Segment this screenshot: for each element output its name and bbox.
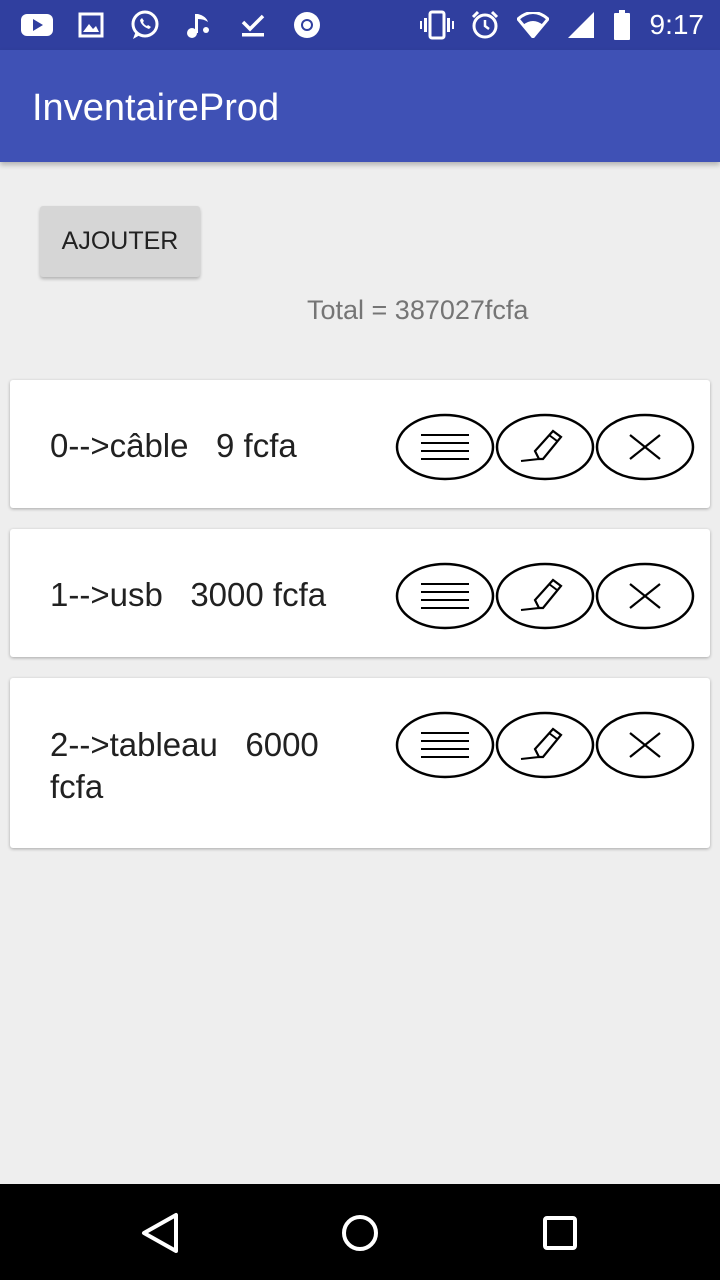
list-item: 1-->usb 3000 fcfa <box>10 529 710 657</box>
total-text: Total = 387027fcfa <box>307 295 529 325</box>
edit-pencil-icon <box>495 711 595 779</box>
list-item: 2-->tableau 6000 fcfa <box>10 678 710 848</box>
navigation-bar <box>0 1184 720 1280</box>
edit-button[interactable] <box>495 413 595 481</box>
delete-button[interactable] <box>595 562 695 630</box>
delete-x-icon <box>595 413 695 481</box>
delete-button[interactable] <box>595 711 695 779</box>
delete-x-icon <box>595 711 695 779</box>
item-text: 0-->câble 9 fcfa <box>50 427 297 464</box>
youtube-icon <box>20 9 54 41</box>
wifi-icon <box>516 9 550 41</box>
menu-icon <box>395 562 495 630</box>
edit-button[interactable] <box>495 562 595 630</box>
item-actions <box>395 562 695 630</box>
menu-button[interactable] <box>395 413 495 481</box>
edit-button[interactable] <box>495 711 595 779</box>
battery-icon <box>612 9 632 41</box>
item-actions <box>395 413 695 481</box>
menu-button[interactable] <box>395 711 495 779</box>
item-actions <box>395 711 695 779</box>
back-button[interactable] <box>135 1208 185 1258</box>
back-icon <box>142 1213 178 1253</box>
edit-pencil-icon <box>495 562 595 630</box>
app-bar: InventaireProd <box>0 50 720 162</box>
delete-x-icon <box>595 562 695 630</box>
home-button[interactable] <box>335 1208 385 1258</box>
whatsapp-icon <box>128 9 162 41</box>
status-time: 9:17 <box>649 9 705 40</box>
image-icon <box>74 9 108 41</box>
item-text: 1-->usb 3000 fcfa <box>50 576 327 613</box>
app-title: InventaireProd <box>32 87 280 129</box>
edit-pencil-icon <box>495 413 595 481</box>
vibrate-icon <box>419 9 454 41</box>
delete-button[interactable] <box>595 413 695 481</box>
home-icon <box>342 1215 378 1251</box>
list-item: 0-->câble 9 fcfa <box>10 380 710 508</box>
add-button[interactable]: AJOUTER <box>40 206 200 277</box>
menu-button[interactable] <box>395 562 495 630</box>
item-text: 2-->tableau 6000 fcfa <box>50 726 328 805</box>
alarm-icon <box>468 9 502 41</box>
chrome-icon <box>290 9 324 41</box>
music-icon <box>182 9 216 41</box>
menu-icon <box>395 413 495 481</box>
recents-icon <box>543 1216 577 1250</box>
signal-icon <box>564 9 598 41</box>
download-done-icon <box>236 9 270 41</box>
status-bar: 9:17 <box>0 0 720 50</box>
menu-icon <box>395 711 495 779</box>
recents-button[interactable] <box>535 1208 585 1258</box>
